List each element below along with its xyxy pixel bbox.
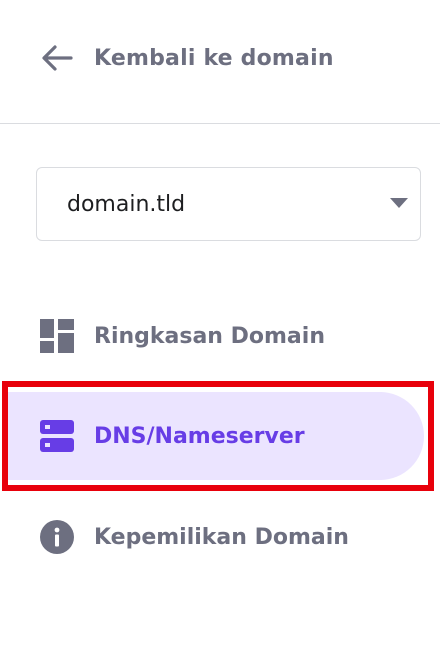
domain-select[interactable]: domain.tld	[36, 167, 421, 241]
domain-select-value: domain.tld	[67, 191, 186, 217]
server-icon	[40, 419, 74, 453]
sidebar-item-label: Ringkasan Domain	[94, 323, 325, 349]
sidebar-item-domain-ownership[interactable]: Kepemilikan Domain	[0, 487, 440, 587]
divider	[0, 123, 440, 124]
back-link-label: Kembali ke domain	[94, 45, 334, 71]
sidebar-item-dns-nameserver[interactable]: DNS/Nameserver	[0, 386, 440, 486]
arrow-left-icon	[40, 41, 74, 75]
sidebar-item-label: Kepemilikan Domain	[94, 524, 349, 550]
info-icon	[40, 520, 74, 554]
dashboard-grid-icon	[40, 319, 74, 353]
domain-sidebar: Kembali ke domain domain.tld Ringkasan D…	[0, 0, 440, 660]
sidebar-item-label: DNS/Nameserver	[94, 423, 305, 449]
sidebar-item-domain-overview[interactable]: Ringkasan Domain	[0, 286, 440, 386]
back-to-domain-link[interactable]: Kembali ke domain	[40, 36, 334, 80]
caret-down-icon	[390, 198, 408, 208]
